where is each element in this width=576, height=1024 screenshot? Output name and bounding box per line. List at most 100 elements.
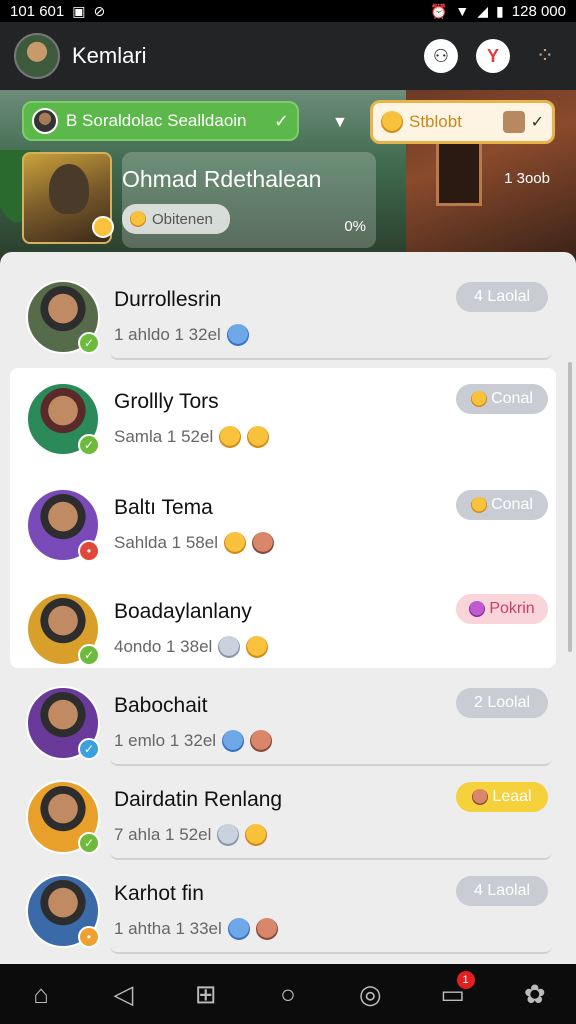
contact-subtitle-text: 7 ahla 1 52el [114, 825, 212, 844]
list-item[interactable]: • Baltı Tema Sahlda 1 58el Conal [10, 474, 556, 568]
contact-subtitle: Samla 1 52el [114, 426, 270, 448]
contact-name: Dairdatin Renlang [114, 788, 283, 811]
camera-icon[interactable]: ◎ [350, 979, 390, 1010]
list-item[interactable]: ✓ Durrollesrin 1 ahldo 1 32el 4 Laolal [10, 266, 556, 360]
contact-tag[interactable]: 4 Laolal [456, 282, 548, 312]
profile-info: Ohmad Rdethalean Obitenen 0% [122, 152, 376, 248]
avatar: ✓ [26, 686, 100, 760]
chat-icon[interactable]: ▭ 1 [433, 970, 475, 1010]
home-icon[interactable]: ⌂ [21, 979, 61, 1010]
online-status-icon: ✓ [78, 332, 100, 354]
page-title: Kemlari [72, 43, 147, 68]
avatar: ✓ [26, 280, 100, 354]
list-item[interactable]: ✓ Boadaylanlany 4ondo 1 38el Pokrin [10, 578, 556, 672]
avatar: ✓ [26, 592, 100, 666]
avatar: • [26, 488, 100, 562]
online-status-icon: ✓ [78, 832, 100, 854]
avatar[interactable] [14, 33, 60, 79]
list-item[interactable]: ✓ Babochait 1 emlo 1 32el 2 Loolal [10, 672, 556, 766]
hero-portrait [22, 152, 114, 244]
hero-count-label: 1 3oob [504, 170, 550, 187]
smile-emoji-icon [246, 636, 269, 658]
contact-name: Babochait [114, 694, 208, 717]
alarm-icon: ⏰ [429, 2, 448, 19]
battery-icon: ▮ [496, 2, 504, 19]
contact-subtitle-text: 4ondo 1 38el [114, 637, 213, 656]
contact-name: Durrollesrin [114, 288, 222, 311]
verified-status-icon: ✓ [78, 738, 100, 760]
bottom-nav: ⌂ ◁ ⊞ ○ ◎ ▭ 1 ✿ [0, 964, 576, 1024]
hero-banner: B Soraldolac Sealldaoin ✓ ▼ Stblobt ✓ Oh… [0, 90, 576, 260]
emoji-badge-icon [92, 216, 114, 238]
signal-icon: ◢ [477, 2, 489, 19]
contact-tag[interactable]: Conal [456, 490, 548, 520]
contact-subtitle: 7 ahla 1 52el [114, 824, 268, 846]
link-icon [222, 730, 245, 752]
contact-tag-label: 4 Laolal [473, 882, 531, 899]
heart-icon [218, 636, 241, 658]
contact-subtitle-text: 1 ahldo 1 32el [114, 325, 221, 344]
home-button-icon[interactable]: ○ [268, 979, 308, 1010]
avatar: ✓ [26, 382, 100, 456]
reaction-pill[interactable]: Stblobt ✓ [370, 100, 555, 144]
list-item[interactable]: • Karhot fin 1 ahtha 1 33el 4 Laolal [10, 860, 556, 954]
warrior-helmet-icon [49, 164, 89, 214]
group-avatar [32, 108, 58, 134]
status-pill-label: Obitenen [152, 210, 213, 228]
notification-badge: 1 [456, 970, 475, 989]
more-icon[interactable]: ⁘ [528, 43, 562, 69]
emoji-icon [471, 497, 488, 513]
food-emoji-icon [255, 918, 278, 940]
contact-name: Grollly Tors [114, 390, 219, 413]
alert-status-icon: • [78, 540, 100, 562]
contact-tag[interactable]: Leaal [456, 782, 548, 812]
status-pill[interactable]: Obitenen [122, 204, 230, 234]
reaction-avatar [502, 111, 525, 133]
list-item[interactable]: ✓ Grollly Tors Samla 1 52el Conal [10, 368, 556, 462]
app-bar: Kemlari ⚇ Y ⁘ [0, 22, 576, 90]
contact-tag-label: 2 Loolal [473, 694, 531, 711]
smile-emoji-icon [219, 426, 242, 448]
contact-tag[interactable]: 2 Loolal [456, 688, 548, 718]
group-selector-pill[interactable]: B Soraldolac Sealldaoin ✓ [22, 101, 299, 141]
battery-label: 128 000 [511, 2, 566, 20]
link-icon [226, 324, 249, 346]
leaf-icon [130, 211, 146, 227]
food-emoji-icon [250, 730, 273, 752]
back-icon[interactable]: ◁ [103, 979, 143, 1010]
contact-subtitle-text: 1 emlo 1 32el [114, 731, 217, 750]
divider [110, 946, 552, 954]
online-status-icon: ✓ [78, 434, 100, 456]
store-icon[interactable]: ⊞ [186, 979, 226, 1010]
smile-emoji-icon [247, 426, 270, 448]
contact-name: Karhot fin [114, 882, 204, 905]
list-item[interactable]: ✓ Dairdatin Renlang 7 ahla 1 52el Leaal [10, 766, 556, 860]
link-icon [227, 918, 250, 940]
emoji-icon [471, 391, 488, 407]
sync-icon: ⊘ [93, 2, 106, 19]
away-status-icon: • [78, 926, 100, 948]
contact-tag[interactable]: 4 Laolal [456, 876, 548, 906]
emoji-icon [472, 789, 489, 805]
settings-icon[interactable]: ✿ [515, 979, 555, 1010]
gamepad-icon[interactable]: ⚇ [424, 39, 458, 73]
image-icon: ▣ [72, 2, 86, 19]
divider [110, 852, 552, 860]
scrollbar[interactable] [568, 362, 572, 652]
contact-tag-label: Conal [491, 496, 533, 513]
contact-subtitle: 4ondo 1 38el [114, 636, 269, 658]
contact-tag-label: 4 Laolal [473, 288, 531, 305]
profile-card[interactable]: Ohmad Rdethalean Obitenen 0% [22, 152, 376, 248]
progress-label: 0% [344, 218, 366, 235]
contact-subtitle-text: 1 ahtha 1 33el [114, 919, 222, 938]
filter-icon[interactable]: Y [476, 39, 510, 73]
check-icon: ✓ [273, 110, 289, 131]
chevron-down-icon[interactable]: ▼ [332, 114, 348, 132]
check-icon: ✓ [530, 114, 544, 131]
contact-list: ✓ Durrollesrin 1 ahldo 1 32el 4 Laolal ✓… [0, 252, 576, 964]
contact-tag[interactable]: Pokrin [456, 594, 548, 624]
contact-tag-label: Leaal [492, 788, 532, 805]
contact-tag[interactable]: Conal [456, 384, 548, 414]
contact-subtitle: 1 emlo 1 32el [114, 730, 273, 752]
contact-subtitle-text: Samla 1 52el [114, 427, 214, 446]
